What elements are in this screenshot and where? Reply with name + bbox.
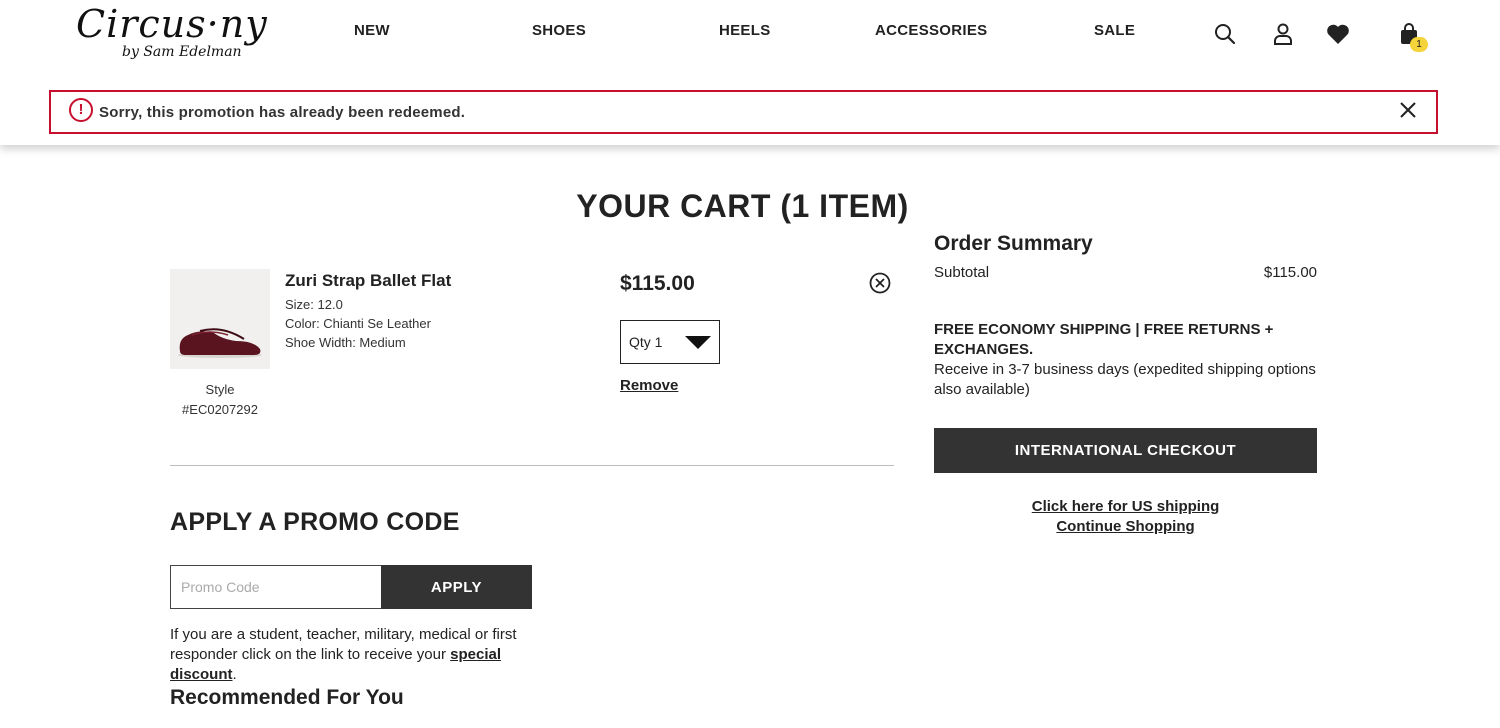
recommended-title: Recommended For You <box>170 686 404 709</box>
close-icon[interactable] <box>1398 100 1418 120</box>
chevron-down-icon <box>685 336 711 349</box>
error-alert: ! Sorry, this promotion has already been… <box>49 90 1438 134</box>
nav-shoes[interactable]: SHOES <box>532 22 586 39</box>
heart-icon[interactable] <box>1324 20 1352 48</box>
remove-link[interactable]: Remove <box>620 377 678 394</box>
subtotal-label: Subtotal <box>934 264 990 281</box>
alert-message: Sorry, this promotion has already been r… <box>99 104 466 121</box>
product-name[interactable]: Zuri Strap Ballet Flat <box>285 271 451 291</box>
ballet-flat-shoe-icon <box>178 328 262 358</box>
nav-accessories[interactable]: ACCESSORIES <box>875 22 988 39</box>
quantity-select[interactable]: Qty 1 <box>620 320 720 364</box>
brand-logo[interactable]: Circus·ny by Sam Edelman <box>76 2 267 66</box>
logo-wordmark: Circus·ny <box>76 2 268 46</box>
promo-title: APPLY A PROMO CODE <box>170 508 460 536</box>
us-shipping-link[interactable]: Click here for US shipping <box>934 498 1317 515</box>
discount-note-end: . <box>232 666 237 683</box>
site-header: Circus·ny by Sam Edelman NEW SHOES HEELS… <box>0 0 1500 145</box>
order-summary-title: Order Summary <box>934 232 1093 255</box>
divider <box>170 465 894 466</box>
product-color: Color: Chianti Se Leather <box>285 316 431 331</box>
shipping-headline: FREE ECONOMY SHIPPING | FREE RETURNS + E… <box>934 321 1274 358</box>
promo-code-input[interactable] <box>170 565 382 609</box>
product-price: $115.00 <box>620 272 695 295</box>
subtotal-value: $115.00 <box>1263 264 1317 281</box>
international-checkout-button[interactable]: INTERNATIONAL CHECKOUT <box>934 428 1317 473</box>
apply-button[interactable]: APPLY <box>381 565 532 609</box>
cart-title: YOUR CART (1 ITEM) <box>576 188 909 224</box>
shipping-info: FREE ECONOMY SHIPPING | FREE RETURNS + E… <box>934 320 1317 400</box>
product-size: Size: 12.0 <box>285 297 343 312</box>
nav-new[interactable]: NEW <box>354 22 390 39</box>
style-label: Style <box>205 382 235 397</box>
logo-byline: by Sam Edelman <box>122 44 242 60</box>
account-icon[interactable] <box>1269 20 1297 48</box>
quantity-value: Qty 1 <box>629 334 663 350</box>
style-code: #EC0207292 <box>182 402 258 417</box>
discount-note: If you are a student, teacher, military,… <box>170 625 540 685</box>
shipping-detail: Receive in 3-7 business days (expedited … <box>934 361 1316 398</box>
remove-item-icon[interactable] <box>869 272 891 294</box>
style-number: Style #EC0207292 <box>170 380 270 420</box>
search-icon[interactable] <box>1211 20 1239 48</box>
exclamation-icon: ! <box>69 98 93 122</box>
nav-heels[interactable]: HEELS <box>719 22 771 39</box>
product-image[interactable] <box>170 269 270 369</box>
continue-shopping-link[interactable]: Continue Shopping <box>934 518 1317 535</box>
nav-sale[interactable]: SALE <box>1094 22 1135 39</box>
cart-count-badge: 1 <box>1410 37 1428 52</box>
product-width: Shoe Width: Medium <box>285 335 406 350</box>
